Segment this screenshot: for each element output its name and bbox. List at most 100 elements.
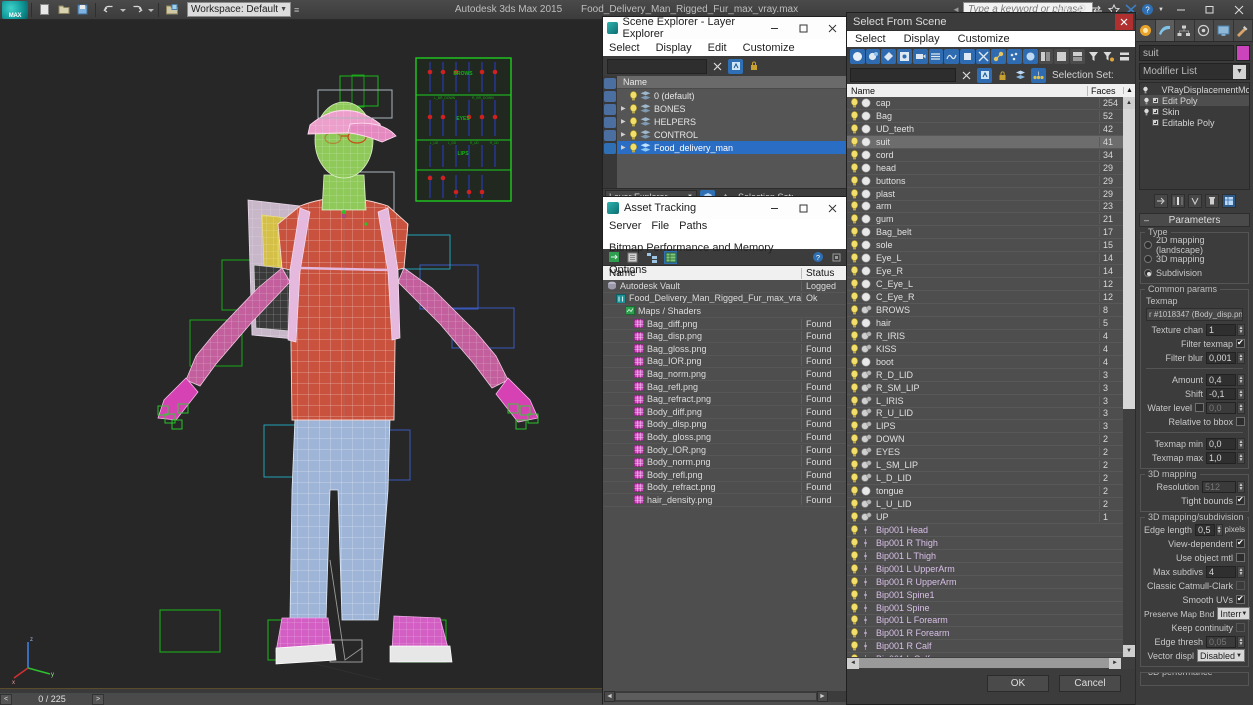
select-from-scene-horizontal-scrollbar[interactable]: ◄ ►: [847, 657, 1135, 669]
save-file-icon[interactable]: [74, 2, 91, 18]
scene-object-row[interactable]: DOWN 2: [847, 433, 1135, 447]
scene-object-row[interactable]: cap 254: [847, 97, 1135, 110]
asset-column-status[interactable]: Status: [801, 267, 847, 279]
asset-row[interactable]: Bag_refract.png Found: [603, 393, 847, 406]
water-level-input[interactable]: 0,0: [1206, 401, 1236, 414]
scene-object-row[interactable]: R_IRIS 4: [847, 330, 1135, 343]
spinner-icon[interactable]: ▲ ▼: [1237, 401, 1245, 414]
modifier-stack-row[interactable]: Edit Poly: [1140, 95, 1249, 106]
light-bulb-icon[interactable]: [850, 434, 861, 444]
light-bulb-icon[interactable]: [850, 188, 861, 199]
light-bulb-icon[interactable]: [629, 90, 638, 101]
scene-object-row[interactable]: boot 4: [847, 356, 1135, 369]
scene-object-row[interactable]: UD_teeth 42: [847, 123, 1135, 136]
asset-row[interactable]: Bag_disp.png Found: [603, 330, 847, 343]
parameters-rollout-header[interactable]: – Parameters: [1139, 213, 1250, 227]
modifier-list-combo[interactable]: Modifier List ▼: [1139, 63, 1250, 80]
close-button[interactable]: [1224, 0, 1253, 20]
display-shapes-icon[interactable]: [881, 49, 897, 64]
light-bulb-icon[interactable]: [850, 279, 861, 289]
light-bulb-icon[interactable]: [850, 447, 861, 457]
classic-catmull-clark-checkbox[interactable]: [1236, 581, 1245, 590]
spinner-icon[interactable]: ▲ ▼: [1215, 523, 1223, 536]
layer-row[interactable]: ▶ CONTROL: [617, 128, 847, 141]
ok-button[interactable]: OK: [987, 674, 1049, 692]
filter-helpers-icon[interactable]: [604, 130, 616, 141]
asset-tracking-menu-file[interactable]: File: [651, 220, 669, 232]
asset-tracking-menu-paths[interactable]: Paths: [679, 220, 707, 232]
asset-row[interactable]: Bag_refl.png Found: [603, 381, 847, 394]
asset-row[interactable]: Body_refl.png Found: [603, 469, 847, 482]
scene-object-row[interactable]: BROWS 8: [847, 304, 1135, 317]
display-all-icon[interactable]: [850, 49, 865, 64]
spinner-icon[interactable]: ▲ ▼: [1237, 635, 1245, 648]
scene-explorer-menu-edit[interactable]: Edit: [708, 42, 727, 54]
scene-object-row[interactable]: Bip001 Spine1: [847, 589, 1135, 602]
scene-object-row[interactable]: Bip001 Head: [847, 524, 1135, 537]
scroll-left-icon[interactable]: ◄: [847, 657, 859, 669]
expand-arrow-icon[interactable]: ▶: [621, 105, 629, 112]
modifier-stack-row[interactable]: Editable Poly: [1140, 117, 1249, 128]
asset-row[interactable]: Maps / Shaders: [603, 305, 847, 318]
undo-dropdown-icon[interactable]: [119, 2, 126, 18]
texmap-value-button[interactable]: r #1018347 (Body_disp.png): [1146, 308, 1243, 321]
relative-to-bbox-checkbox[interactable]: [1236, 417, 1245, 426]
expand-modifier-icon[interactable]: [1152, 119, 1159, 126]
scroll-right-icon[interactable]: ►: [817, 691, 828, 702]
asset-row[interactable]: Body_diff.png Found: [603, 406, 847, 419]
tight-bounds-checkbox[interactable]: [1236, 495, 1245, 505]
scene-explorer-menu-customize[interactable]: Customize: [743, 42, 795, 54]
light-bulb-icon[interactable]: [629, 142, 638, 153]
scroll-up-icon[interactable]: ▲: [1123, 97, 1135, 109]
scene-object-row[interactable]: Eye_R 14: [847, 265, 1135, 279]
scene-explorer-window[interactable]: Scene Explorer - Layer Explorer Select D…: [602, 16, 848, 205]
pin-stack-icon[interactable]: [1153, 194, 1168, 208]
light-bulb-icon[interactable]: [850, 98, 861, 108]
cancel-button[interactable]: Cancel: [1059, 674, 1121, 692]
layer-row[interactable]: 0 (default): [617, 89, 847, 102]
scene-object-row[interactable]: sole 15: [847, 239, 1135, 253]
minimize-button[interactable]: [1166, 0, 1195, 20]
expand-modifier-icon[interactable]: [1152, 108, 1159, 115]
texture-channel-input[interactable]: 1: [1206, 323, 1236, 336]
light-bulb-icon[interactable]: [850, 343, 861, 354]
scene-object-row[interactable]: EYES 2: [847, 446, 1135, 460]
scene-explorer-search-input[interactable]: [607, 58, 707, 74]
asset-tracking-horizontal-scrollbar[interactable]: ◄ ►: [604, 691, 848, 702]
expand-all-icon[interactable]: [1054, 49, 1070, 64]
spinner-icon[interactable]: ▲ ▼: [1237, 387, 1245, 400]
water-level-checkbox[interactable]: [1195, 403, 1204, 412]
display-cameras-icon[interactable]: [912, 49, 928, 64]
modifier-enable-icon[interactable]: [1142, 85, 1149, 94]
modifier-enable-icon[interactable]: [1142, 107, 1150, 116]
spinner-icon[interactable]: ▲ ▼: [1237, 437, 1245, 450]
light-bulb-icon[interactable]: [850, 654, 861, 657]
scene-explorer-menu-display[interactable]: Display: [656, 42, 692, 54]
display-bones-icon[interactable]: [991, 49, 1007, 64]
scene-explorer-layer-list[interactable]: Name 0 (default) ▶ BONES ▶ HELPERS ▶ CONTROL ▶ F…: [617, 76, 847, 188]
light-bulb-icon[interactable]: [850, 318, 861, 328]
show-end-result-icon[interactable]: [1170, 194, 1185, 208]
scene-explorer-menu-select[interactable]: Select: [609, 42, 640, 54]
type-option-2d-mapping[interactable]: 2D mapping (landscape): [1144, 235, 1245, 255]
light-bulb-icon[interactable]: [850, 641, 861, 651]
light-bulb-icon[interactable]: [850, 369, 861, 380]
light-bulb-icon[interactable]: [850, 253, 861, 263]
scroll-down-icon[interactable]: ▼: [1123, 645, 1135, 657]
clear-search-icon[interactable]: [959, 68, 974, 83]
scene-object-row[interactable]: buttons 29: [847, 175, 1135, 188]
asset-tracking-list[interactable]: Autodesk Vault Logged Food_Delivery_Man_Ri…: [603, 280, 847, 705]
light-bulb-icon[interactable]: [850, 408, 861, 418]
asset-tracking-maximize-button[interactable]: [789, 197, 818, 219]
sfs-column-faces[interactable]: Faces: [1087, 85, 1123, 96]
light-bulb-icon[interactable]: [850, 589, 861, 600]
expand-arrow-icon[interactable]: ▶: [621, 118, 629, 125]
light-bulb-icon[interactable]: [629, 103, 638, 114]
make-unique-icon[interactable]: [1187, 194, 1202, 208]
asset-row[interactable]: Autodesk Vault Logged: [603, 280, 847, 293]
light-bulb-icon[interactable]: [850, 149, 861, 160]
column-settings-icon[interactable]: [1117, 49, 1132, 64]
light-bulb-icon[interactable]: [850, 123, 861, 134]
redo-dropdown-icon[interactable]: [147, 2, 154, 18]
scene-object-row[interactable]: L_IRIS 3: [847, 395, 1135, 408]
